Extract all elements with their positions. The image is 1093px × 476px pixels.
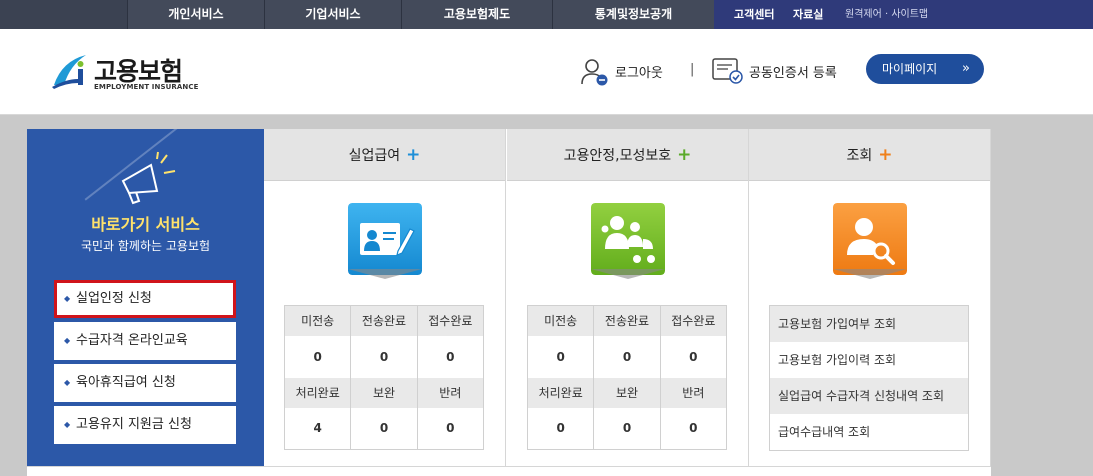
plus-icon[interactable]: + [406,145,420,165]
user-logout-icon[interactable] [580,57,610,87]
status-header-received: 접수완료 [416,305,484,336]
status-header-received: 접수완료 [659,305,727,336]
status-value-sent[interactable]: 0 [350,335,418,378]
quick-online-education-button[interactable]: ◆ 수급자격 온라인교육 [54,322,236,360]
column-title: 고용안정,모성보호 [563,148,672,164]
status-header-sent: 전송완료 [593,305,661,336]
status-header-rejected: 반려 [659,377,727,408]
logout-link[interactable]: 로그아웃 [615,62,663,81]
family-stroller-icon[interactable] [591,203,665,275]
employment-stability-column: 고용안정,모성보호 + 미전송 전송완료 접수완료 0 0 0 처리완료 보완 반… [507,129,749,476]
mypage-label: 마이페이지 [882,62,938,76]
quick-button-label: 고용유지 지원금 신청 [76,417,192,432]
quick-employment-support-button[interactable]: ◆ 고용유지 지원금 신청 [54,406,236,444]
status-header-rejected: 반려 [416,377,484,408]
status-value-processed[interactable]: 4 [284,407,351,450]
status-value-rejected[interactable]: 0 [416,407,484,450]
utility-bar: 고객센터 자료실 원격제어 · 사이트맵 [714,0,1093,29]
status-value-processed[interactable]: 0 [527,407,594,450]
inquiry-item-benefit-history[interactable]: 급여수급내역 조회 [770,414,968,450]
unemployment-status-table: 미전송 전송완료 접수완료 0 0 0 처리완료 보완 반려 4 0 0 [284,305,484,450]
quick-parental-leave-button[interactable]: ◆ 육아휴직급여 신청 [54,364,236,402]
bullet-icon: ◆ [64,294,71,303]
nav-personal-services[interactable]: 개인서비스 [127,0,264,29]
stability-status-table: 미전송 전송완료 접수완료 0 0 0 처리완료 보완 반려 0 0 0 [527,305,727,450]
inquiry-list: 고용보험 가입여부 조회 고용보험 가입이력 조회 실업급여 수급자격 신청내역… [769,305,969,451]
plus-icon[interactable]: + [878,145,892,165]
quick-unemployment-recognition-button[interactable]: ◆ 실업인정 신청 [54,280,236,318]
quick-service-panel: 바로가기 서비스 국민과 함께하는 고용보험 ◆ 실업인정 신청 ◆ 수급자격 … [27,129,264,476]
column-title: 실업급여 [348,148,401,164]
icon-shadow [833,269,907,279]
bullet-icon: ◆ [64,336,71,345]
header-separator: | [690,62,695,77]
bullet-icon: ◆ [64,420,71,429]
bullet-icon: ◆ [64,378,71,387]
nav-business-services[interactable]: 기업서비스 [264,0,401,29]
inquiry-column: 조회 + 고용보험 가입여부 조회 고용보험 가입이력 조회 실업급여 수급자격 … [749,129,991,476]
plus-icon[interactable]: + [677,145,691,165]
inquiry-item-history[interactable]: 고용보험 가입이력 조회 [770,342,968,378]
status-header-sent: 전송완료 [350,305,418,336]
double-chevron-right-icon: » [962,61,970,76]
inquiry-item-qualification[interactable]: 실업급여 수급자격 신청내역 조회 [770,378,968,414]
quick-service-title: 바로가기 서비스 [91,215,200,234]
column-title: 조회 [846,148,873,164]
unemployment-benefit-column: 실업급여 + 미전송 전송완료 접수완료 0 0 0 처리완료 보완 반려 4 0 [264,129,506,476]
mypage-button[interactable]: 마이페이지 » [866,54,984,84]
bottom-strip [27,466,991,476]
status-header-unsent: 미전송 [284,305,351,336]
unemployment-benefit-header[interactable]: 실업급여 + [264,129,505,181]
status-value-received[interactable]: 0 [659,335,727,378]
status-header-supplement: 보완 [350,377,418,408]
status-value-received[interactable]: 0 [416,335,484,378]
top-navigation: 개인서비스 기업서비스 고용보험제도 통계및정보공개 고객센터 자료실 원격제어… [0,0,1093,29]
util-customer-center[interactable]: 고객센터 [734,0,774,29]
icon-shadow [348,269,422,279]
status-value-unsent[interactable]: 0 [527,335,594,378]
id-card-icon[interactable] [348,203,422,275]
status-value-supplement[interactable]: 0 [593,407,661,450]
status-value-unsent[interactable]: 0 [284,335,351,378]
nav-statistics[interactable]: 통계및정보공개 [552,0,714,29]
quick-service-subtitle: 국민과 함께하는 고용보험 [80,239,211,253]
megaphone-icon [121,151,176,205]
status-value-rejected[interactable]: 0 [659,407,727,450]
status-value-sent[interactable]: 0 [593,335,661,378]
status-value-supplement[interactable]: 0 [350,407,418,450]
status-header-processed: 처리완료 [284,377,351,408]
employment-stability-header[interactable]: 고용안정,모성보호 + [507,129,748,181]
site-header: 고용보험 EMPLOYMENT INSURANCE 로그아웃 | 공동인증서 등… [0,29,1093,115]
util-resources[interactable]: 자료실 [793,0,823,29]
certificate-register-link[interactable]: 공동인증서 등록 [749,62,837,81]
inquiry-header[interactable]: 조회 + [749,129,990,181]
nav-insurance-system[interactable]: 고용보험제도 [401,0,552,29]
inquiry-item-membership[interactable]: 고용보험 가입여부 조회 [770,306,968,342]
icon-shadow [591,269,665,279]
certificate-icon[interactable] [712,57,744,85]
quick-button-label: 수급자격 온라인교육 [76,333,188,348]
logo-icon[interactable] [48,49,92,93]
util-remote-sitemap[interactable]: 원격제어 · 사이트맵 [845,0,928,29]
nav-left-fill [0,0,127,29]
quick-button-label: 육아휴직급여 신청 [76,375,176,390]
status-header-processed: 처리완료 [527,377,594,408]
logo-subtitle: EMPLOYMENT INSURANCE [94,83,199,91]
status-header-unsent: 미전송 [527,305,594,336]
user-search-icon[interactable] [833,203,907,275]
quick-button-label: 실업인정 신청 [76,291,152,306]
status-header-supplement: 보완 [593,377,661,408]
